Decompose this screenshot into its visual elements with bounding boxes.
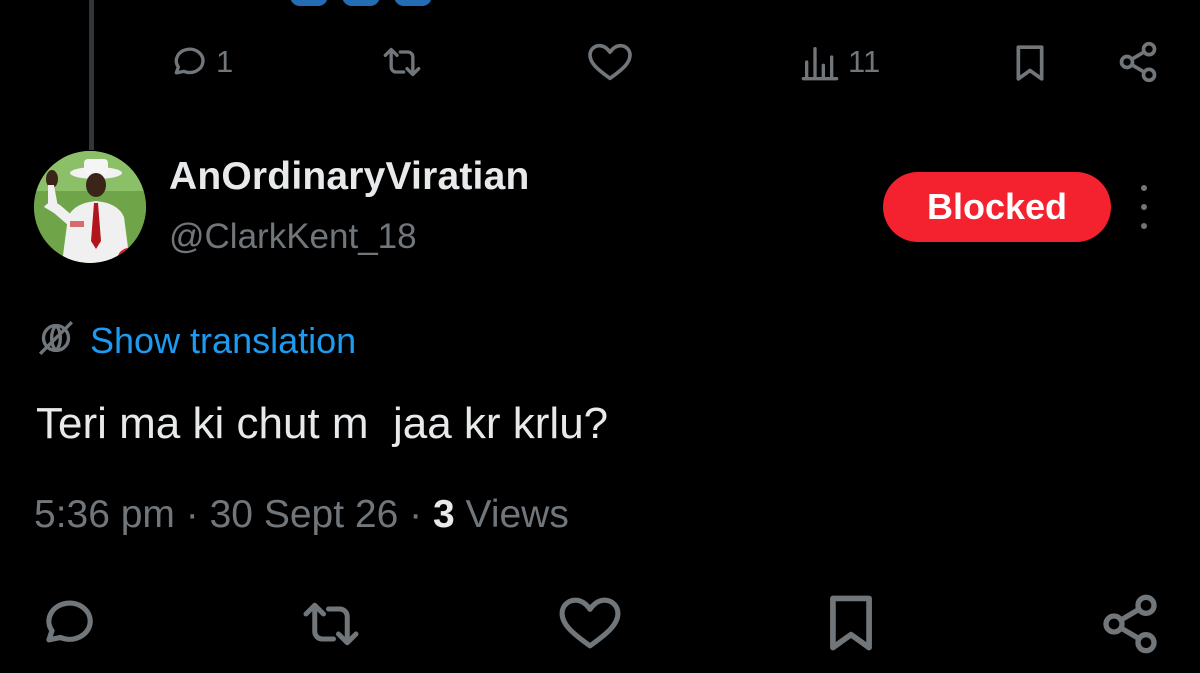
like-button[interactable] [586, 42, 634, 82]
repost-icon [378, 42, 426, 82]
repost-button[interactable] [378, 42, 426, 82]
author-name[interactable]: AnOrdinaryViratian [169, 155, 529, 199]
avatar-image [34, 151, 146, 263]
reply-count: 1 [216, 44, 234, 79]
emoji-fragment [290, 0, 328, 6]
show-translation-row[interactable]: Show translation [36, 318, 356, 363]
emoji-fragment [394, 0, 432, 6]
reply-icon [36, 592, 98, 654]
post-meta: 5:36 pm · 30 Sept 26 · 3 Views [34, 493, 569, 537]
share-button[interactable] [1116, 40, 1160, 84]
repost-icon [296, 594, 366, 654]
translate-globe-icon [36, 318, 76, 363]
avatar[interactable] [34, 151, 146, 263]
share-button[interactable] [1098, 592, 1162, 656]
views-count: 11 [848, 44, 881, 79]
repost-button[interactable] [296, 594, 366, 654]
bookmark-icon [1010, 42, 1050, 84]
more-dot-icon [1141, 204, 1147, 210]
meta-separator: · [185, 493, 199, 536]
show-translation-link[interactable]: Show translation [90, 320, 356, 362]
heart-icon [586, 42, 634, 82]
reply-button[interactable]: 1 [168, 42, 233, 82]
blocked-button[interactable]: Blocked [883, 172, 1111, 242]
post-action-bar [0, 592, 1200, 656]
bookmark-button[interactable] [1010, 42, 1050, 84]
views-icon [800, 42, 840, 82]
more-dot-icon [1141, 223, 1147, 229]
meta-separator: · [409, 493, 423, 536]
post-views-count[interactable]: 3 [433, 493, 455, 536]
previous-post-emoji-fragment [290, 0, 432, 6]
author-handle[interactable]: @ClarkKent_18 [169, 217, 417, 257]
share-icon [1116, 40, 1160, 84]
bookmark-button[interactable] [820, 592, 882, 654]
views-button[interactable]: 11 [800, 42, 880, 82]
more-dot-icon [1141, 185, 1147, 191]
post-text: Teri ma ki chut m jaa kr krlu? [36, 399, 609, 448]
like-button[interactable] [557, 594, 623, 652]
heart-icon [557, 594, 623, 652]
reply-icon [168, 42, 208, 82]
emoji-fragment [342, 0, 380, 6]
more-options-button[interactable] [1130, 185, 1158, 229]
bookmark-icon [820, 592, 882, 654]
post-date[interactable]: 30 Sept 26 [210, 493, 399, 536]
share-icon [1098, 592, 1162, 656]
post-time[interactable]: 5:36 pm [34, 493, 175, 536]
post-views-label[interactable]: Views [466, 493, 569, 536]
previous-post-action-bar: 1 11 [0, 36, 1200, 90]
reply-button[interactable] [36, 592, 98, 654]
